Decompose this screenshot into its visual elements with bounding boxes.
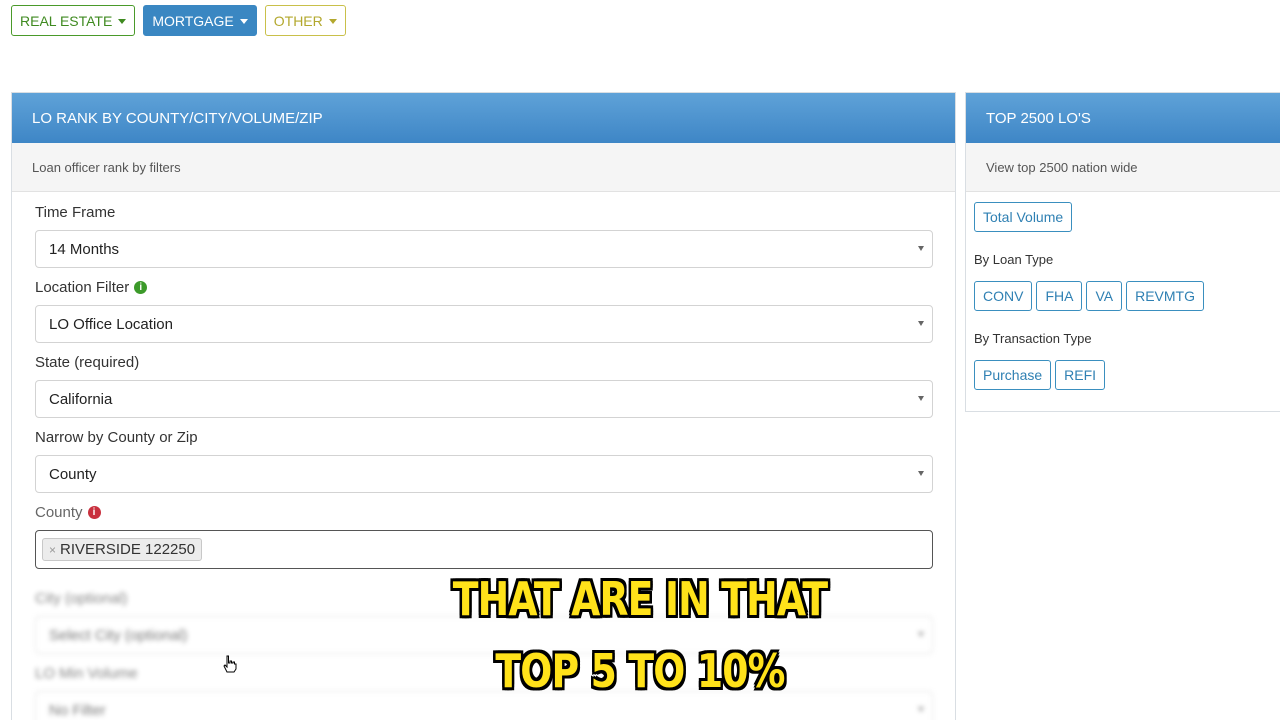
time-frame-value: 14 Months [49, 240, 120, 258]
loan-type-va-button[interactable]: VA [1086, 281, 1123, 311]
location-filter-label-text: Location Filter [35, 278, 130, 296]
filter-form: Time Frame 14 Months Location Filter i L… [35, 201, 933, 720]
caret-down-icon [328, 18, 337, 24]
time-frame-select[interactable]: 14 Months [35, 230, 933, 268]
narrow-value: County [49, 465, 97, 483]
select-arrow-icon [918, 396, 924, 401]
loan-type-revmtg-button[interactable]: REVMTG [1126, 281, 1204, 311]
top-2500-panel: TOP 2500 LO'S View top 2500 nation wide … [965, 92, 1280, 412]
state-value: California [49, 390, 113, 408]
real-estate-label: REAL ESTATE [20, 12, 113, 29]
city-label-text: City (optional) [35, 589, 128, 607]
volume-value: No Filter [49, 701, 106, 719]
county-label: County i [35, 501, 933, 523]
top-2500-panel-subtitle: View top 2500 nation wide [966, 143, 1280, 192]
mortgage-dropdown[interactable]: MORTGAGE [143, 5, 257, 36]
select-arrow-icon [918, 471, 924, 476]
select-arrow-icon [918, 246, 924, 251]
real-estate-dropdown[interactable]: REAL ESTATE [11, 5, 136, 36]
info-icon[interactable]: i [87, 505, 101, 519]
location-filter-select[interactable]: LO Office Location [35, 305, 933, 343]
loan-type-fha-button[interactable]: FHA [1036, 281, 1083, 311]
select-arrow-icon [918, 632, 924, 637]
loan-type-buttons: CONV FHA VA REVMTG [974, 281, 1280, 311]
transaction-type-buttons: Purchase REFI [974, 360, 1280, 390]
caret-down-icon [118, 18, 127, 24]
video-caption-line-1: THAT ARE IN THAT [452, 572, 828, 626]
state-select[interactable]: California [35, 380, 933, 418]
mortgage-label: MORTGAGE [152, 12, 234, 29]
loan-type-conv-button[interactable]: CONV [974, 281, 1033, 311]
by-loan-type-label: By Loan Type [974, 252, 1054, 267]
time-frame-group: Time Frame 14 Months [35, 201, 933, 268]
narrow-label: Narrow by County or Zip [35, 426, 933, 448]
top-2500-panel-body: Total Volume By Loan Type CONV FHA VA RE… [966, 192, 1280, 400]
video-caption-line-2: TOP 5 TO 10% [495, 644, 785, 698]
time-frame-label: Time Frame [35, 201, 933, 223]
county-tag-label: RIVERSIDE 122250 [60, 541, 196, 558]
by-transaction-type-label: By Transaction Type [974, 331, 1092, 346]
county-tag[interactable]: × RIVERSIDE 122250 [42, 538, 203, 561]
top-2500-panel-title: TOP 2500 LO'S [966, 93, 1280, 143]
total-volume-button[interactable]: Total Volume [974, 202, 1073, 232]
other-dropdown[interactable]: OTHER [264, 5, 346, 36]
county-label-text: County [35, 503, 83, 521]
state-label-text: State (required) [35, 353, 140, 371]
narrow-group: Narrow by County or Zip County [35, 426, 933, 493]
other-label: OTHER [273, 12, 323, 29]
transaction-purchase-button[interactable]: Purchase [974, 360, 1052, 390]
transaction-refi-button[interactable]: REFI [1055, 360, 1106, 390]
narrow-select[interactable]: County [35, 455, 933, 493]
caret-down-icon [239, 18, 248, 24]
location-filter-label: Location Filter i [35, 276, 933, 298]
county-group: County i × RIVERSIDE 122250 [35, 501, 933, 569]
time-frame-label-text: Time Frame [35, 203, 116, 221]
select-arrow-icon [918, 321, 924, 326]
top-navigation: REAL ESTATE MORTGAGE OTHER [11, 5, 346, 36]
state-label: State (required) [35, 351, 933, 373]
remove-tag-icon[interactable]: × [49, 543, 56, 557]
county-multiselect[interactable]: × RIVERSIDE 122250 [35, 530, 933, 569]
location-filter-value: LO Office Location [49, 315, 173, 333]
state-group: State (required) California [35, 351, 933, 418]
narrow-label-text: Narrow by County or Zip [35, 428, 198, 446]
location-filter-group: Location Filter i LO Office Location [35, 276, 933, 343]
city-placeholder: Select City (optional) [49, 626, 188, 644]
select-arrow-icon [918, 707, 924, 712]
info-icon[interactable]: i [134, 280, 148, 294]
lo-rank-panel-subtitle: Loan officer rank by filters [12, 143, 955, 192]
lo-rank-panel-title: LO RANK BY COUNTY/CITY/VOLUME/ZIP [12, 93, 955, 143]
hand-cursor-icon [223, 655, 237, 673]
